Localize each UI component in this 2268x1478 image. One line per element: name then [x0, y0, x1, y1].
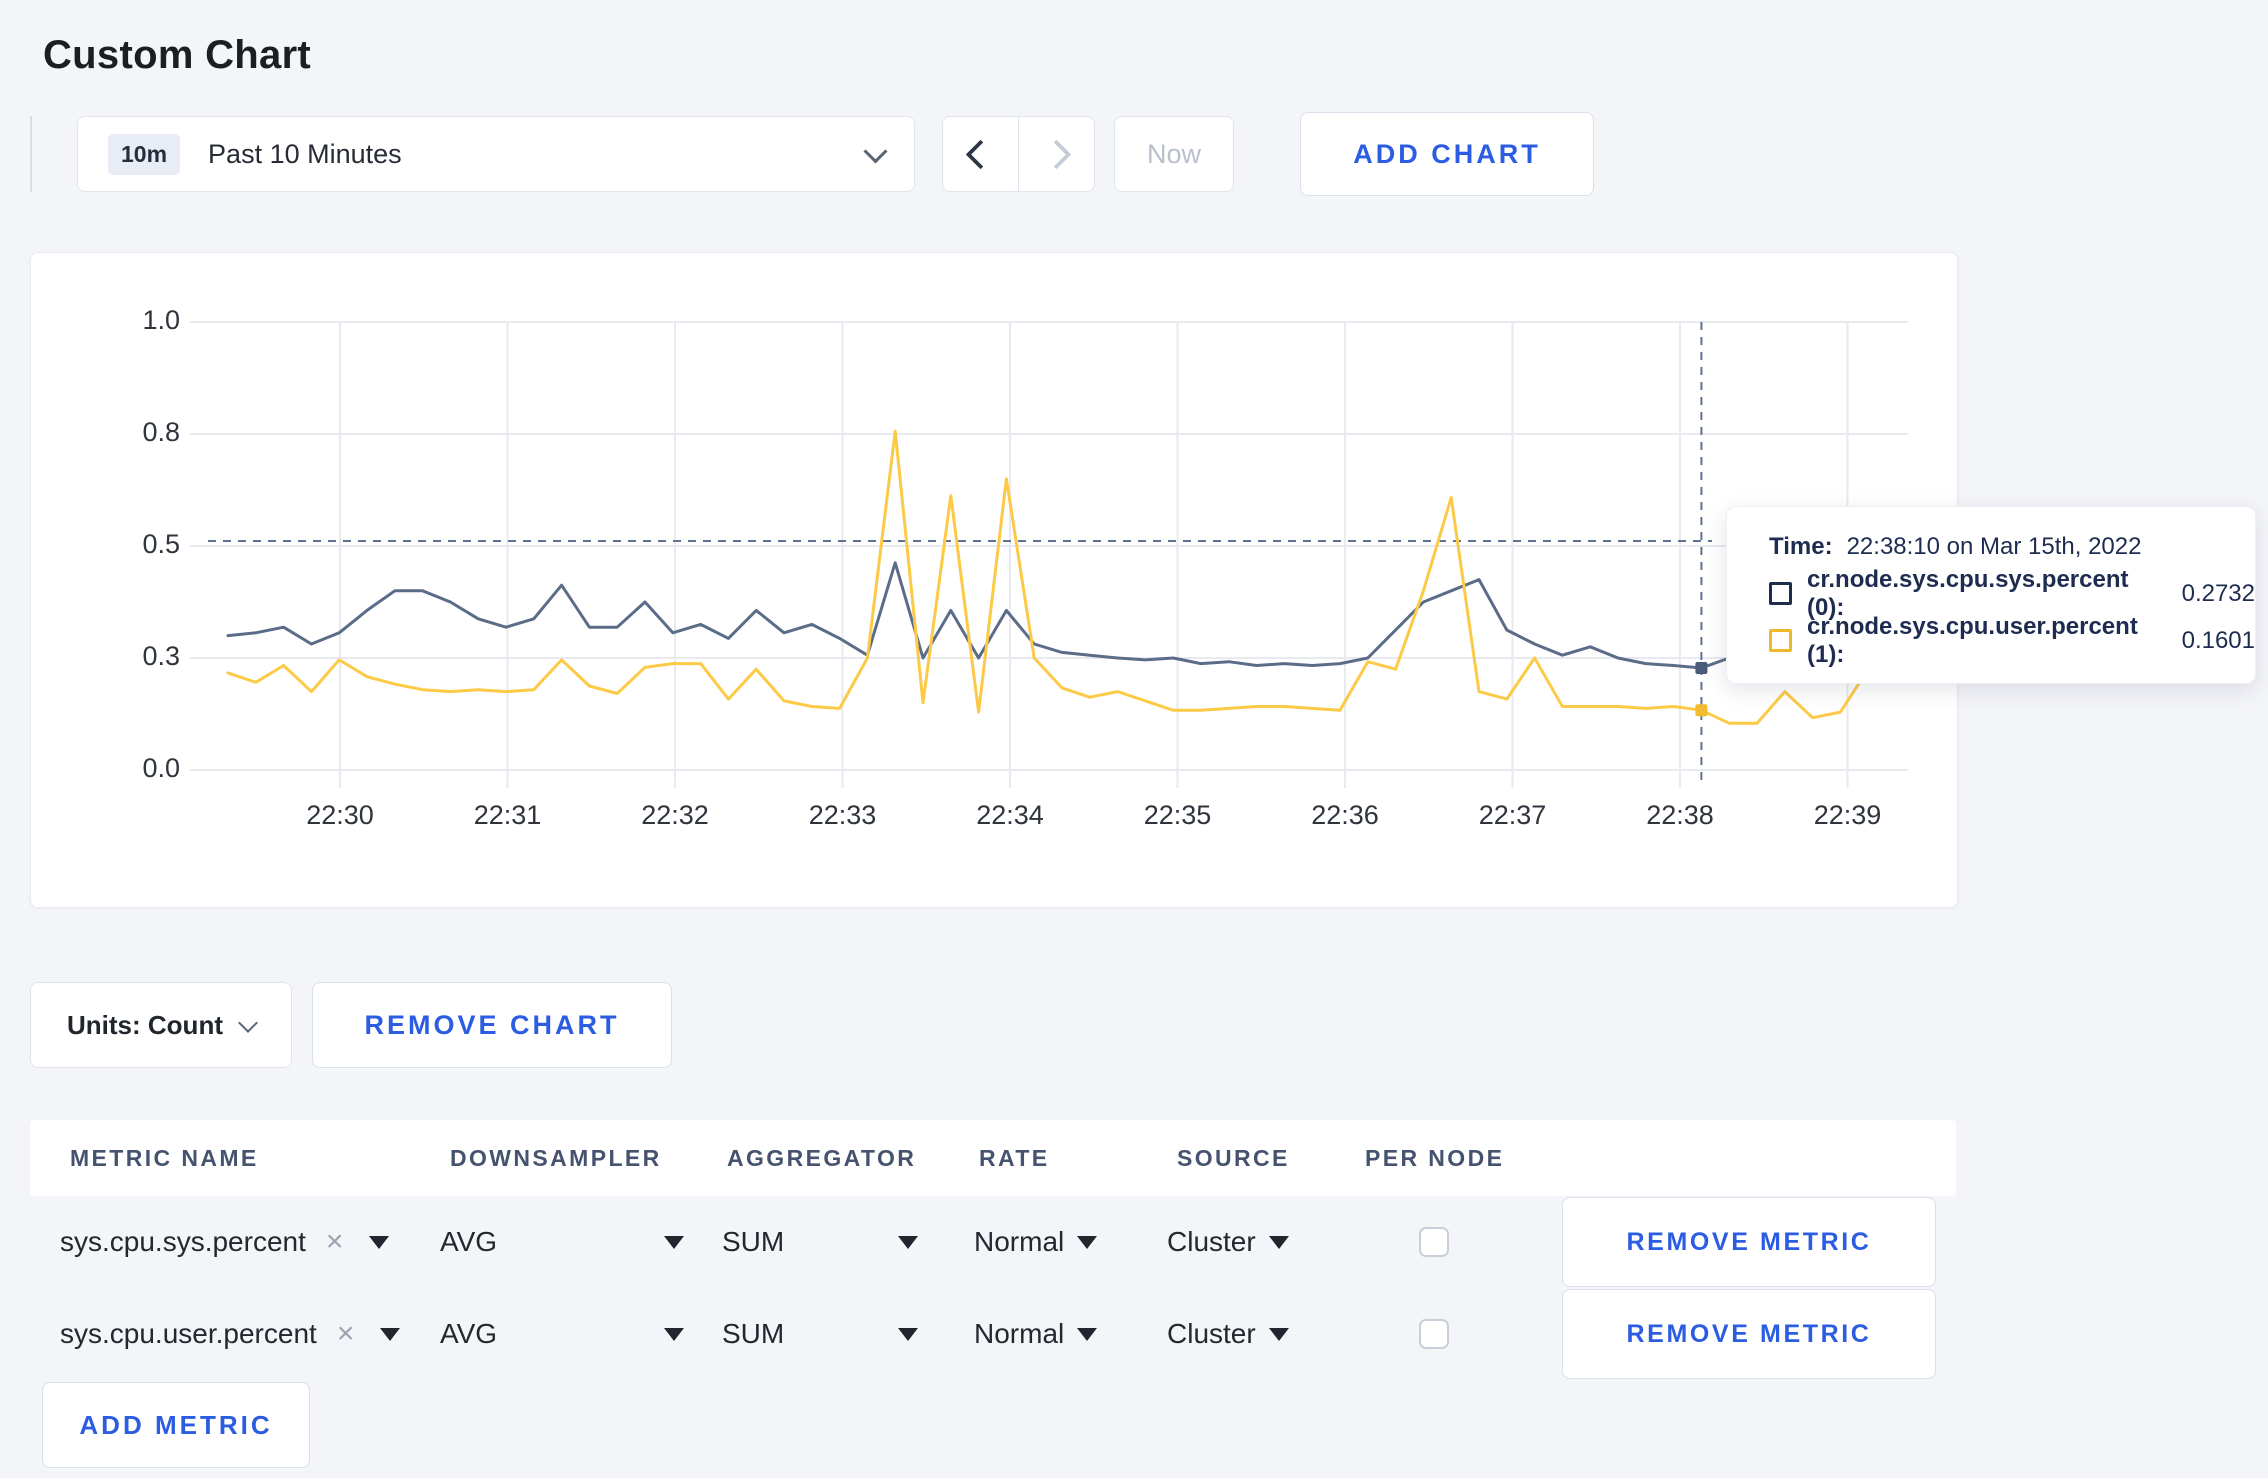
- chevron-right-icon: [1041, 139, 1072, 169]
- clear-metric-icon[interactable]: ×: [337, 1317, 355, 1351]
- per-node-checkbox[interactable]: [1419, 1227, 1449, 1257]
- rate-value: Normal: [974, 1226, 1065, 1257]
- metric-name-select[interactable]: sys.cpu.user.percent ×: [60, 1288, 401, 1380]
- column-header: RATE: [979, 1145, 1050, 1171]
- x-axis-tick: 22:31: [473, 800, 542, 830]
- remove-chart-button[interactable]: REMOVE CHART: [312, 982, 672, 1068]
- time-range-select[interactable]: 10m Past 10 Minutes: [77, 116, 915, 192]
- aggregator-value: SUM: [722, 1226, 785, 1257]
- add-metric-button[interactable]: ADD METRIC: [42, 1382, 310, 1468]
- y-axis-tick: 0.8: [142, 417, 180, 447]
- dropdown-caret-icon: [1077, 1327, 1098, 1341]
- y-axis-tick: 0.3: [142, 641, 180, 671]
- source-value: Cluster: [1167, 1318, 1256, 1349]
- per-node-cell: [1419, 1196, 1449, 1288]
- chevron-left-icon: [965, 139, 996, 169]
- time-range-label: Past 10 Minutes: [208, 138, 402, 169]
- tooltip-series-value: 0.2732: [2181, 579, 2255, 607]
- tooltip-time-label: Time:: [1769, 532, 1833, 560]
- downsampler-value: AVG: [440, 1226, 498, 1257]
- remove-metric-button[interactable]: REMOVE METRIC: [1562, 1289, 1936, 1379]
- time-nav-group: [942, 116, 1095, 192]
- time-back-button[interactable]: [943, 117, 1019, 191]
- dropdown-caret-icon: [369, 1235, 390, 1249]
- x-axis-tick: 22:36: [1311, 800, 1379, 830]
- dropdown-caret-icon: [664, 1327, 684, 1341]
- per-node-checkbox[interactable]: [1419, 1319, 1449, 1349]
- time-forward-button[interactable]: [1019, 117, 1094, 191]
- metric-name-select[interactable]: sys.cpu.sys.percent ×: [60, 1196, 390, 1288]
- page-title: Custom Chart: [43, 32, 312, 77]
- tooltip-series-row: cr.node.sys.cpu.sys.percent (0): 0.2732: [1769, 566, 2255, 621]
- aggregator-value: SUM: [722, 1318, 785, 1349]
- metric-name-value: sys.cpu.sys.percent: [60, 1226, 306, 1257]
- aggregator-select[interactable]: SUM: [722, 1288, 918, 1380]
- dropdown-caret-icon: [1268, 1327, 1289, 1341]
- x-axis-tick: 22:35: [1143, 800, 1212, 830]
- tooltip-series-value: 0.1601: [2181, 626, 2255, 654]
- metrics-table-body: sys.cpu.sys.percent × AVG SUM Normal Clu…: [30, 1196, 1956, 1382]
- column-header: DOWNSAMPLER: [450, 1145, 662, 1171]
- dropdown-caret-icon: [898, 1327, 918, 1341]
- per-node-cell: [1419, 1288, 1449, 1380]
- clear-metric-icon[interactable]: ×: [326, 1225, 344, 1259]
- downsampler-select[interactable]: AVG: [440, 1288, 684, 1380]
- units-select[interactable]: Units: Count: [30, 982, 292, 1068]
- chart-tooltip: Time: 22:38:10 on Mar 15th, 2022 cr.node…: [1726, 506, 2256, 684]
- tooltip-time-value: 22:38:10 on Mar 15th, 2022: [1846, 532, 2142, 560]
- series-0-swatch-icon: [1769, 582, 1792, 605]
- column-header: SOURCE: [1177, 1145, 1290, 1171]
- chevron-down-icon: [863, 138, 888, 164]
- add-chart-button[interactable]: ADD CHART: [1300, 112, 1594, 196]
- column-header: PER NODE: [1365, 1145, 1505, 1171]
- column-header: METRIC NAME: [70, 1145, 259, 1171]
- time-range-badge: 10m: [108, 133, 181, 175]
- column-header: AGGREGATOR: [727, 1145, 917, 1171]
- downsampler-select[interactable]: AVG: [440, 1196, 684, 1288]
- tooltip-series-row: cr.node.sys.cpu.user.percent (1): 0.1601: [1769, 613, 2255, 668]
- rate-value: Normal: [974, 1318, 1065, 1349]
- tooltip-time-row: Time: 22:38:10 on Mar 15th, 2022: [1769, 523, 2255, 570]
- x-axis-tick: 22:37: [1478, 800, 1547, 830]
- y-axis-tick: 0.5: [142, 529, 180, 559]
- dropdown-caret-icon: [380, 1327, 401, 1341]
- source-value: Cluster: [1167, 1226, 1256, 1257]
- dropdown-caret-icon: [664, 1235, 684, 1249]
- dropdown-caret-icon: [898, 1235, 918, 1249]
- toolbar-divider: [30, 116, 32, 192]
- x-axis-tick: 22:39: [1813, 800, 1882, 830]
- x-axis-tick: 22:32: [641, 800, 709, 830]
- metrics-table-header: METRIC NAME DOWNSAMPLER AGGREGATOR RATE SOUR…: [30, 1120, 1956, 1196]
- x-axis-tick: 22:30: [306, 800, 374, 830]
- rate-select[interactable]: Normal: [974, 1196, 1098, 1288]
- tooltip-series-label: cr.node.sys.cpu.user.percent (1):: [1807, 612, 2138, 668]
- series-1-swatch-icon: [1769, 629, 1792, 652]
- rate-select[interactable]: Normal: [974, 1288, 1098, 1380]
- x-axis-tick: 22:34: [976, 800, 1044, 830]
- remove-metric-button[interactable]: REMOVE METRIC: [1562, 1197, 1936, 1287]
- x-axis-tick: 22:33: [808, 800, 877, 830]
- x-axis-tick: 22:38: [1646, 800, 1714, 830]
- dropdown-caret-icon: [1268, 1235, 1289, 1249]
- metric-row: sys.cpu.user.percent × AVG SUM Normal Cl…: [30, 1288, 1956, 1380]
- y-axis-tick: 1.0: [142, 305, 180, 335]
- aggregator-select[interactable]: SUM: [722, 1196, 918, 1288]
- now-button[interactable]: Now: [1114, 116, 1234, 192]
- y-axis-tick: 0.0: [142, 753, 180, 783]
- metric-row: sys.cpu.sys.percent × AVG SUM Normal Clu…: [30, 1196, 1956, 1288]
- source-select[interactable]: Cluster: [1167, 1196, 1289, 1288]
- units-label: Units: Count: [67, 1009, 223, 1040]
- downsampler-value: AVG: [440, 1318, 498, 1349]
- metric-name-value: sys.cpu.user.percent: [60, 1318, 317, 1349]
- chevron-down-icon: [238, 1013, 258, 1033]
- source-select[interactable]: Cluster: [1167, 1288, 1289, 1380]
- dropdown-caret-icon: [1077, 1235, 1098, 1249]
